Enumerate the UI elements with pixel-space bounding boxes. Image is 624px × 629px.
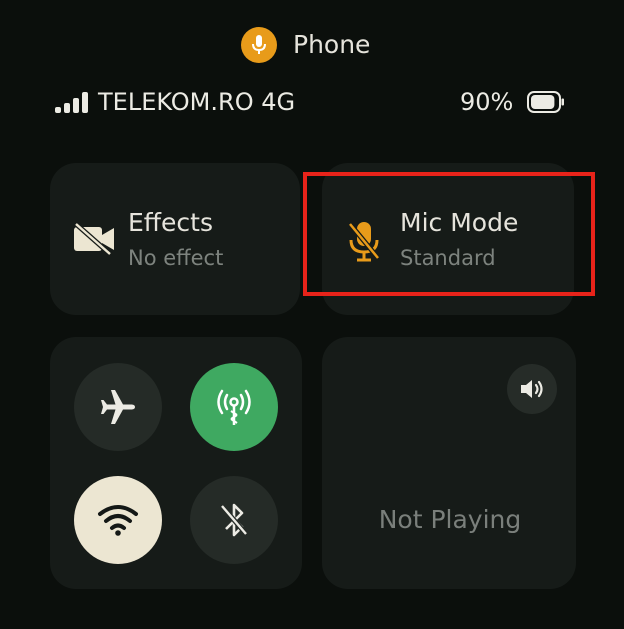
microphone-in-use-indicator[interactable] bbox=[241, 27, 277, 63]
wifi-button[interactable] bbox=[74, 476, 162, 564]
bluetooth-off-icon bbox=[220, 503, 248, 537]
airplane-mode-button[interactable] bbox=[74, 363, 162, 451]
effects-subtitle: No effect bbox=[128, 246, 224, 270]
highlight-box bbox=[303, 172, 595, 296]
status-bar-carrier: TELEKOM.RO 4G bbox=[55, 88, 295, 116]
media-status: Not Playing bbox=[378, 505, 522, 534]
volume-button[interactable] bbox=[507, 364, 557, 414]
cellular-data-button[interactable] bbox=[190, 363, 278, 451]
bluetooth-button[interactable] bbox=[190, 476, 278, 564]
speaker-icon bbox=[521, 380, 543, 398]
carrier-name: TELEKOM.RO 4G bbox=[98, 88, 296, 116]
antenna-icon bbox=[217, 389, 251, 425]
microphone-app-label: Phone bbox=[293, 30, 371, 59]
microphone-icon bbox=[252, 35, 266, 54]
signal-strength-icon bbox=[55, 91, 88, 113]
battery-percent: 90% bbox=[460, 88, 514, 116]
battery-icon bbox=[527, 91, 564, 113]
airplane-icon bbox=[101, 390, 135, 424]
effects-title: Effects bbox=[128, 208, 213, 237]
video-off-icon bbox=[74, 222, 114, 256]
wifi-icon bbox=[98, 505, 138, 536]
